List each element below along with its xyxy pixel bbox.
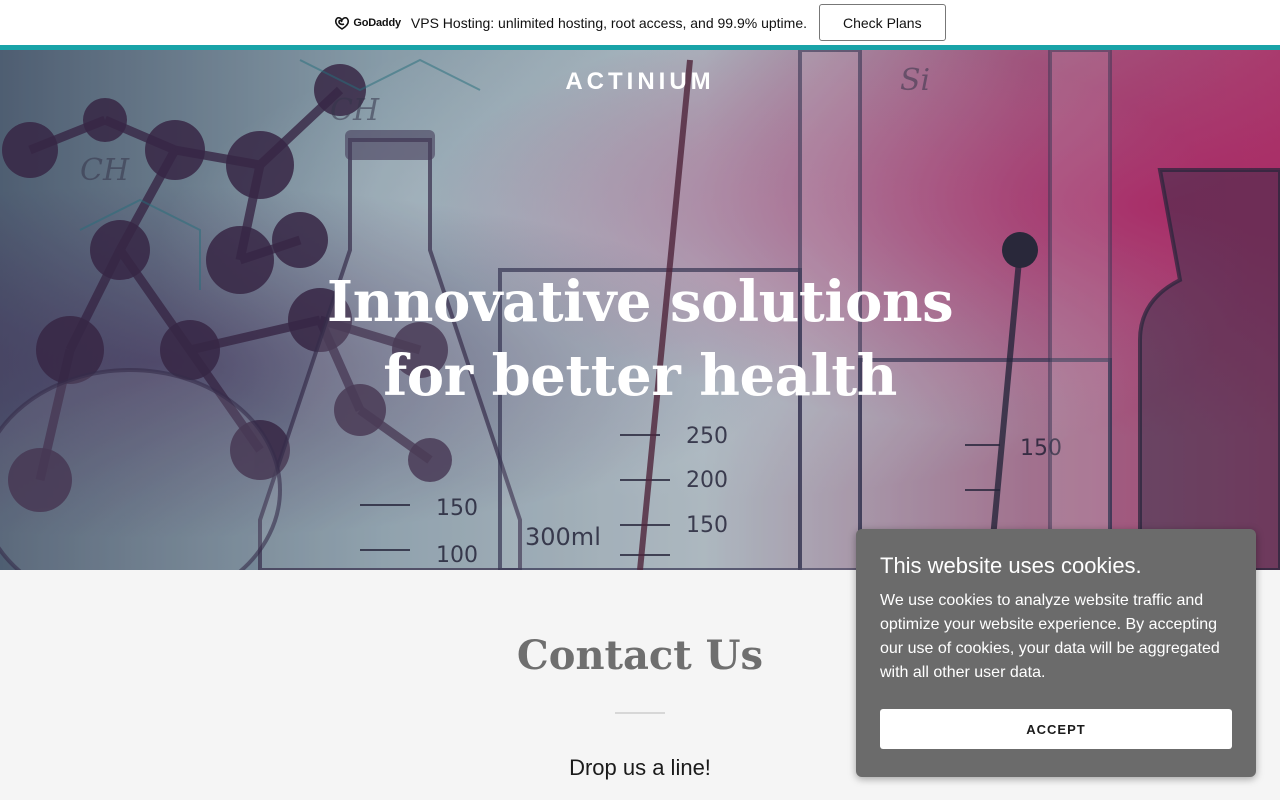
check-plans-button[interactable]: Check Plans bbox=[819, 4, 946, 41]
promo-text: VPS Hosting: unlimited hosting, root acc… bbox=[410, 14, 807, 31]
godaddy-logo-text: GoDaddy bbox=[353, 16, 401, 29]
site-brand-title[interactable]: ACTINIUM bbox=[0, 68, 1280, 96]
promo-bar: GoDaddy VPS Hosting: unlimited hosting, … bbox=[0, 0, 1280, 45]
cookie-banner-title: This website uses cookies. bbox=[880, 553, 1142, 578]
contact-divider bbox=[615, 712, 665, 714]
hero-section: 250 200 150 150 100 300ml 150 CH CH Si ACTINIU… bbox=[0, 50, 1280, 570]
cookie-banner: This website uses cookies. We use cookie… bbox=[856, 529, 1256, 777]
godaddy-logo-icon bbox=[335, 16, 350, 30]
hero-headline: Innovative solutions for better health bbox=[326, 269, 954, 409]
accept-cookies-button[interactable]: ACCEPT bbox=[880, 709, 1232, 749]
cookie-banner-body: We use cookies to analyze website traffi… bbox=[880, 592, 1220, 681]
godaddy-logo[interactable]: GoDaddy bbox=[334, 16, 401, 30]
